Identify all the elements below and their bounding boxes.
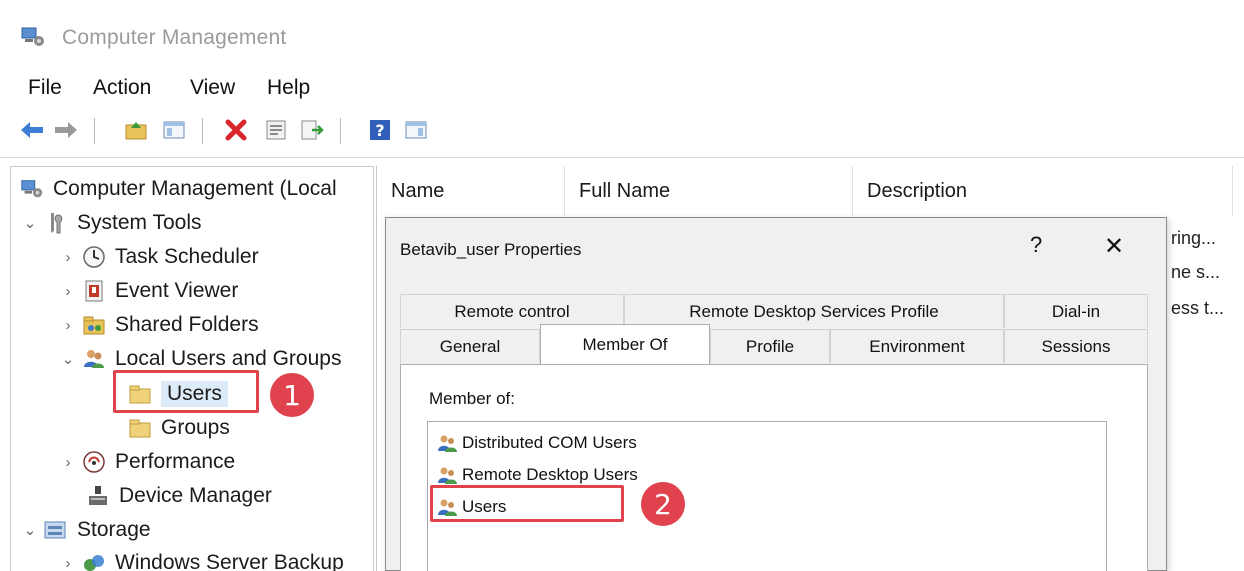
step-badge-2: 2 xyxy=(641,482,685,526)
chevron-right-icon[interactable]: › xyxy=(59,249,77,266)
tree-item-label: Shared Folders xyxy=(115,313,259,336)
help-icon[interactable]: ? xyxy=(366,116,394,144)
tab-member-of[interactable]: Member Of xyxy=(540,324,710,364)
toolbar-separator xyxy=(94,118,95,144)
tab-remote-control[interactable]: Remote control xyxy=(400,294,624,328)
tree-item-label: Task Scheduler xyxy=(115,245,259,268)
tree-item-label: Performance xyxy=(115,450,236,473)
tab-profile[interactable]: Profile xyxy=(710,329,830,363)
export-list-icon[interactable] xyxy=(298,116,326,144)
dialog-title: Betavib_user Properties xyxy=(400,240,582,259)
member-name: Distributed COM Users xyxy=(462,433,637,452)
tree-item-label: Event Viewer xyxy=(115,279,239,302)
menu-bar: File Action View Help xyxy=(0,70,1244,110)
show-action-pane-icon[interactable] xyxy=(402,116,430,144)
tools-icon xyxy=(43,210,69,236)
computer-management-icon xyxy=(20,24,46,50)
chevron-right-icon[interactable]: › xyxy=(59,283,77,300)
event-viewer-icon xyxy=(81,278,107,304)
chevron-down-icon[interactable]: ⌄ xyxy=(21,214,39,232)
tree-item-label: System Tools xyxy=(77,211,202,234)
shared-folder-icon xyxy=(81,312,107,338)
menu-view[interactable]: View xyxy=(190,76,235,100)
highlight-box-users-group xyxy=(430,485,624,522)
list-item[interactable]: Distributed COM Users xyxy=(436,428,637,458)
list-description-cell: ring... xyxy=(1171,228,1217,248)
back-icon[interactable] xyxy=(18,116,46,144)
toolbar-separator xyxy=(340,118,341,144)
tree-item-storage[interactable]: ⌄ Storage xyxy=(21,514,151,546)
tree-item-label: Device Manager xyxy=(119,484,272,507)
performance-icon xyxy=(81,449,107,475)
computer-management-icon xyxy=(19,176,45,202)
delete-icon[interactable] xyxy=(222,116,250,144)
toolbar-divider xyxy=(0,157,1244,158)
step-badge-1: 1 xyxy=(270,373,314,417)
tab-environment[interactable]: Environment xyxy=(830,329,1004,363)
chevron-right-icon[interactable]: › xyxy=(59,555,77,571)
highlight-box-users-folder xyxy=(113,370,259,413)
tree-item-task-scheduler[interactable]: › Task Scheduler xyxy=(59,241,259,273)
tree-item-root[interactable]: Computer Management (Local xyxy=(19,173,337,205)
close-icon[interactable]: ✕ xyxy=(1104,232,1124,261)
up-folder-icon[interactable] xyxy=(122,116,150,144)
storage-icon xyxy=(43,517,69,543)
tab-sessions[interactable]: Sessions xyxy=(1004,329,1148,363)
folder-icon xyxy=(127,415,153,441)
column-header-name[interactable]: Name xyxy=(377,166,565,216)
window-title: Computer Management xyxy=(62,26,287,49)
tree-item-label: Local Users and Groups xyxy=(115,347,342,370)
column-header-description[interactable]: Description xyxy=(853,166,1233,216)
svg-text:?: ? xyxy=(375,121,384,140)
show-hide-tree-icon[interactable] xyxy=(160,116,188,144)
tree-item-label: Groups xyxy=(161,416,230,439)
backup-icon xyxy=(81,550,107,571)
member-of-panel: Member of: Distributed COM Users Remote … xyxy=(400,364,1148,571)
properties-icon[interactable] xyxy=(262,116,290,144)
help-button[interactable]: ? xyxy=(1030,232,1042,258)
list-description-cell: ess t... xyxy=(1171,298,1225,318)
chevron-right-icon[interactable]: › xyxy=(59,317,77,334)
menu-action[interactable]: Action xyxy=(93,76,151,100)
tree-item-shared-folders[interactable]: › Shared Folders xyxy=(59,309,259,341)
menu-file[interactable]: File xyxy=(28,76,62,100)
chevron-down-icon[interactable]: ⌄ xyxy=(21,521,39,539)
member-of-label: Member of: xyxy=(429,389,515,408)
tree-item-event-viewer[interactable]: › Event Viewer xyxy=(59,275,239,307)
group-icon xyxy=(436,465,458,485)
tree-item-device-manager[interactable]: Device Manager xyxy=(85,480,272,512)
chevron-right-icon[interactable]: › xyxy=(59,454,77,471)
tree-item-label: Computer Management (Local xyxy=(53,177,337,200)
toolbar: ? xyxy=(0,110,1244,152)
tab-dial-in[interactable]: Dial-in xyxy=(1004,294,1148,328)
column-header-full-name[interactable]: Full Name xyxy=(565,166,853,216)
console-tree: Computer Management (Local ⌄ System Tool… xyxy=(10,166,374,571)
forward-icon[interactable] xyxy=(52,116,80,144)
chevron-down-icon[interactable]: ⌄ xyxy=(59,350,77,368)
tree-item-system-tools[interactable]: ⌄ System Tools xyxy=(21,207,202,239)
group-icon xyxy=(436,433,458,453)
tab-remote-desktop-services-profile[interactable]: Remote Desktop Services Profile xyxy=(624,294,1004,328)
users-group-icon xyxy=(81,346,107,372)
menu-help[interactable]: Help xyxy=(267,76,310,100)
member-name: Remote Desktop Users xyxy=(462,465,638,484)
tree-item-label: Storage xyxy=(77,518,151,541)
title-bar: Computer Management xyxy=(0,0,1244,70)
tree-item-windows-server-backup[interactable]: › Windows Server Backup xyxy=(59,547,344,571)
tab-general[interactable]: General xyxy=(400,329,540,363)
device-manager-icon xyxy=(85,483,111,509)
tree-item-groups[interactable]: Groups xyxy=(127,412,230,444)
tree-item-performance[interactable]: › Performance xyxy=(59,446,236,478)
toolbar-separator xyxy=(202,118,203,144)
clock-icon xyxy=(81,244,107,270)
list-description-cell: ne s... xyxy=(1171,262,1221,282)
tree-item-label: Windows Server Backup xyxy=(115,551,344,571)
